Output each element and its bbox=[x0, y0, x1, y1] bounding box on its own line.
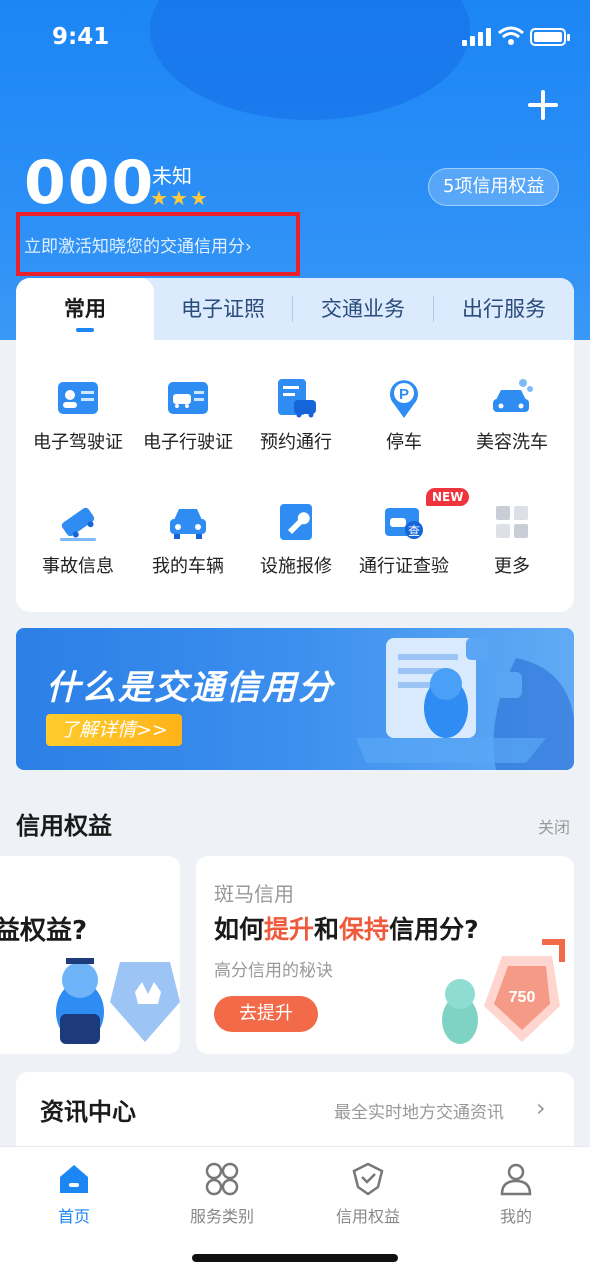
service-my-vehicle[interactable]: 我的车辆 bbox=[126, 500, 246, 590]
service-accident-info[interactable]: 事故信息 bbox=[16, 500, 136, 590]
service-parking[interactable]: P 停车 bbox=[342, 376, 462, 466]
add-button[interactable] bbox=[524, 86, 562, 124]
nav-label: 我的 bbox=[499, 1207, 532, 1226]
chevron-right-icon: › bbox=[536, 1094, 546, 1122]
tab-bar: 常用 电子证照 交通业务 出行服务 bbox=[16, 278, 574, 340]
highlight-box bbox=[16, 212, 300, 276]
news-title: 资讯中心 bbox=[40, 1098, 136, 1126]
tab-common[interactable]: 常用 bbox=[16, 278, 154, 340]
home-icon bbox=[60, 1165, 88, 1193]
service-label: 设施报修 bbox=[260, 556, 332, 577]
battery-icon bbox=[530, 28, 570, 46]
service-label: 预约通行 bbox=[260, 432, 332, 453]
service-label: 停车 bbox=[386, 432, 422, 453]
vehicle-license-icon bbox=[168, 382, 208, 414]
repair-icon bbox=[280, 504, 312, 540]
credit-card-brand: 斑马信用 bbox=[214, 882, 294, 906]
tab-label: 常用 bbox=[64, 297, 106, 321]
credit-benefit-icon bbox=[352, 1162, 384, 1196]
nav-label: 服务类别 bbox=[189, 1207, 254, 1226]
service-label: 通行证查验 bbox=[359, 556, 449, 577]
title-text: 和 bbox=[314, 915, 340, 944]
title-highlight: 保持 bbox=[339, 915, 390, 944]
news-subtitle: 最全实时地方交通资讯 bbox=[334, 1103, 504, 1123]
banner-title: 什么是交通信用分 bbox=[46, 668, 334, 708]
credit-shield-illustration: 750 bbox=[442, 939, 565, 1044]
service-facility-repair[interactable]: 设施报修 bbox=[234, 500, 354, 590]
parking-icon: P bbox=[390, 380, 418, 418]
svg-text:查: 查 bbox=[408, 524, 420, 538]
credit-score: 000 bbox=[24, 148, 156, 218]
nav-label: 信用权益 bbox=[335, 1207, 400, 1226]
more-icon bbox=[496, 506, 528, 538]
benefits-pill-button[interactable]: 5项信用权益 bbox=[428, 168, 560, 206]
nav-service-category[interactable]: 服务类别 bbox=[162, 1161, 282, 1231]
car-wash-icon bbox=[493, 379, 533, 412]
credit-card-left[interactable]: 益权益? bbox=[0, 856, 180, 1054]
driver-license-icon bbox=[58, 382, 98, 414]
service-vehicle-license[interactable]: 电子行驶证 bbox=[126, 376, 246, 466]
service-reserve-pass[interactable]: 预约通行 bbox=[234, 376, 354, 466]
service-more[interactable]: 更多 bbox=[450, 500, 570, 590]
service-label: 电子行驶证 bbox=[143, 432, 233, 453]
nav-label: 首页 bbox=[57, 1207, 90, 1226]
wifi-icon bbox=[498, 26, 524, 45]
credit-level: 未知 bbox=[152, 164, 192, 188]
title-text: 如何 bbox=[214, 915, 265, 944]
nav-credit-benefits[interactable]: 信用权益 bbox=[308, 1161, 428, 1231]
nav-home[interactable]: 首页 bbox=[14, 1161, 134, 1231]
news-center[interactable]: 资讯中心 最全实时地方交通资讯 › bbox=[16, 1072, 574, 1152]
svg-text:P: P bbox=[399, 386, 409, 403]
tab-traffic-business[interactable]: 交通业务 bbox=[293, 278, 433, 340]
credit-card-right[interactable]: 斑马信用 如何提升和保持信用分? 高分信用的秘诀 去提升 750 bbox=[196, 856, 574, 1054]
credit-score-banner[interactable]: 什么是交通信用分 了解详情>> bbox=[16, 628, 574, 770]
status-bar: 9:41 bbox=[0, 0, 590, 72]
my-car-icon bbox=[170, 509, 206, 539]
nav-profile[interactable]: 我的 bbox=[456, 1161, 576, 1231]
tab-travel-services[interactable]: 出行服务 bbox=[434, 278, 574, 340]
tab-active-indicator bbox=[76, 328, 94, 332]
credit-card-subtitle: 高分信用的秘诀 bbox=[214, 961, 333, 981]
mascot-graduate-illustration bbox=[56, 958, 180, 1044]
service-car-wash[interactable]: 美容洗车 bbox=[450, 376, 570, 466]
service-label: 我的车辆 bbox=[152, 556, 224, 577]
service-label: 更多 bbox=[494, 556, 530, 577]
signal-icon bbox=[462, 28, 492, 46]
service-label: 美容洗车 bbox=[476, 432, 548, 453]
title-highlight: 提升 bbox=[264, 915, 315, 944]
tab-e-certificates[interactable]: 电子证照 bbox=[154, 278, 292, 340]
improve-credit-button[interactable]: 去提升 bbox=[214, 996, 318, 1032]
pass-check-icon: 查 bbox=[385, 508, 423, 539]
banner-illustration bbox=[356, 638, 574, 770]
service-card: 常用 电子证照 交通业务 出行服务 电子驾驶证 电子行驶证 预约通行 P 停车 … bbox=[16, 278, 574, 612]
star-rating: ★★★ bbox=[150, 186, 210, 210]
service-driver-license[interactable]: 电子驾驶证 bbox=[16, 376, 136, 466]
profile-icon bbox=[500, 1163, 532, 1196]
service-label: 电子驾驶证 bbox=[33, 432, 123, 453]
service-category-icon bbox=[205, 1162, 239, 1196]
close-section-button[interactable]: 关闭 bbox=[538, 814, 570, 838]
service-pass-check[interactable]: 查 通行证查验 bbox=[342, 500, 462, 590]
learn-more-button[interactable]: 了解详情>> bbox=[46, 714, 182, 746]
reserve-pass-icon bbox=[278, 379, 316, 418]
accident-icon bbox=[60, 507, 96, 541]
home-indicator bbox=[192, 1254, 398, 1262]
status-time: 9:41 bbox=[52, 24, 110, 50]
service-label: 事故信息 bbox=[42, 556, 114, 577]
credit-section-title: 信用权益 bbox=[16, 812, 112, 840]
credit-score-badge: 750 bbox=[509, 989, 536, 1006]
